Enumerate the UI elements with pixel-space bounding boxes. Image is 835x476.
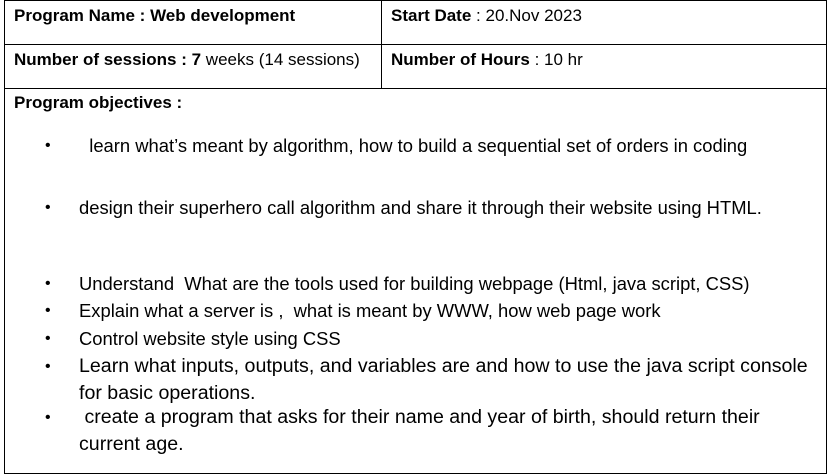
table-row-program-info: Program Name : Web development Start Dat… <box>5 1 826 45</box>
objective-text: design their superhero call algorithm an… <box>79 197 762 218</box>
program-name-line: Program Name : Web development <box>14 5 295 27</box>
bullet-icon: • <box>45 409 51 426</box>
program-name-cell: Program Name : Web development <box>5 1 382 44</box>
objective-text: create a program that asks for their nam… <box>79 406 766 455</box>
start-date-label: Start Date <box>391 6 472 25</box>
program-objectives-section: Program objectives : • learn what’s mean… <box>5 89 826 473</box>
start-date-value: : 20.Nov 2023 <box>476 6 582 25</box>
objective-text: Understand What are the tools used for b… <box>79 273 750 294</box>
start-date-cell: Start Date : 20.Nov 2023 <box>382 1 826 44</box>
start-date-line: Start Date : 20.Nov 2023 <box>391 5 582 27</box>
table-row-sessions-info: Number of sessions : 7 weeks (14 session… <box>5 45 826 89</box>
objective-text: Explain what a server is , what is meant… <box>79 300 661 321</box>
bullet-icon: • <box>45 275 51 292</box>
objective-text: Learn what inputs, outputs, and variable… <box>79 355 808 404</box>
program-name-value: Web development <box>150 6 296 25</box>
hours-line: Number of Hours : 10 hr <box>391 49 583 71</box>
sessions-value: weeks (14 sessions) <box>205 50 360 69</box>
bullet-icon: • <box>45 358 51 375</box>
hours-value: : 10 hr <box>534 50 583 69</box>
sessions-line: Number of sessions : 7 weeks (14 session… <box>14 49 360 71</box>
hours-cell: Number of Hours : 10 hr <box>382 45 826 88</box>
hours-label: Number of Hours <box>391 50 530 69</box>
bullet-icon: • <box>45 199 51 216</box>
sessions-cell: Number of sessions : 7 weeks (14 session… <box>5 45 382 88</box>
sessions-label: Number of sessions : 7 <box>14 50 202 69</box>
bullet-icon: • <box>45 302 51 319</box>
objectives-title: Program objectives : <box>14 93 183 112</box>
program-document: Program Name : Web development Start Dat… <box>4 0 827 474</box>
objective-text: Control website style using CSS <box>79 328 341 349</box>
bullet-icon: • <box>45 137 51 154</box>
objective-text: learn what’s meant by algorithm, how to … <box>79 135 748 156</box>
bullet-icon: • <box>45 330 51 347</box>
program-name-label: Program Name : <box>14 6 146 25</box>
